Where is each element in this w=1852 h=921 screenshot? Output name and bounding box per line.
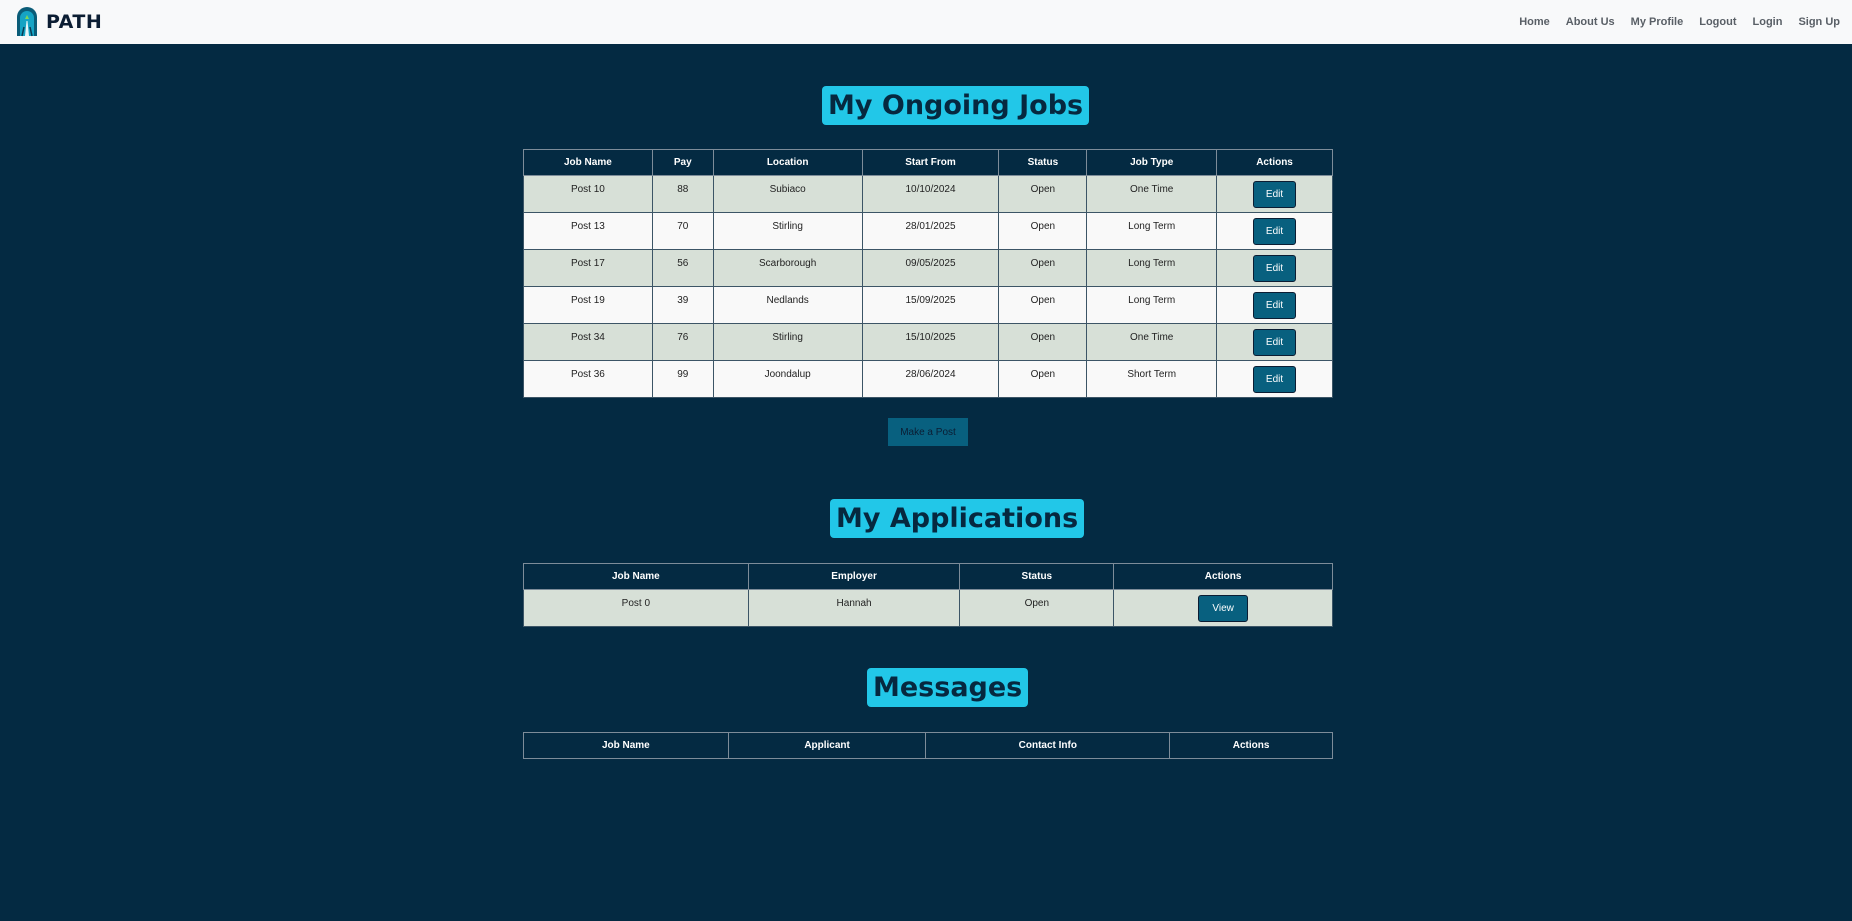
top-navbar: PATH Home About Us My Profile Logout Log… (0, 0, 1852, 44)
status-cell: Open (998, 175, 1088, 213)
edit-button[interactable]: Edit (1252, 217, 1297, 245)
nav-link-sign-up[interactable]: Sign Up (1798, 16, 1840, 28)
status-cell: Open (998, 249, 1088, 287)
column-header: Status (998, 149, 1088, 176)
status-cell: Open (998, 360, 1088, 398)
column-header: Start From (861, 149, 1000, 176)
make-a-post-button[interactable]: Make a Post (888, 418, 968, 446)
location-cell: Subiaco (712, 175, 863, 213)
edit-button[interactable]: Edit (1252, 180, 1297, 208)
actions-cell: Edit (1216, 286, 1333, 324)
start-date-cell: 15/10/2025 (861, 323, 1000, 361)
job-name-cell: Post 0 (523, 589, 749, 627)
job-name-cell: Post 34 (523, 323, 653, 361)
column-header: Employer (747, 563, 961, 590)
pay-cell: 39 (651, 286, 714, 324)
table-header-row: Job Name Applicant Contact Info Actions (523, 732, 1333, 759)
actions-cell: Edit (1216, 360, 1333, 398)
column-header: Actions (1169, 732, 1333, 759)
nav-link-logout[interactable]: Logout (1699, 16, 1736, 28)
job-name-cell: Post 17 (523, 249, 653, 287)
pay-cell: 99 (651, 360, 714, 398)
actions-cell: Edit (1216, 212, 1333, 250)
table-row: Post 36 99 Joondalup 28/06/2024 Open Sho… (523, 360, 1333, 398)
edit-button[interactable]: Edit (1252, 328, 1297, 356)
start-date-cell: 10/10/2024 (861, 175, 1000, 213)
actions-cell: View (1113, 589, 1333, 627)
start-date-cell: 15/09/2025 (861, 286, 1000, 324)
brand[interactable]: PATH (16, 7, 102, 37)
job-name-cell: Post 19 (523, 286, 653, 324)
job-type-cell: One Time (1086, 175, 1218, 213)
column-header: Applicant (727, 732, 927, 759)
table-row: Post 13 70 Stirling 28/01/2025 Open Long… (523, 212, 1333, 250)
applications-table: Job Name Employer Status Actions Post 0 … (523, 563, 1333, 627)
table-row: Post 0 Hannah Open View (523, 589, 1333, 627)
location-cell: Scarborough (712, 249, 863, 287)
job-name-cell: Post 13 (523, 212, 653, 250)
start-date-cell: 28/06/2024 (861, 360, 1000, 398)
job-type-cell: Long Term (1086, 286, 1218, 324)
actions-cell: Edit (1216, 249, 1333, 287)
brand-name: PATH (46, 11, 103, 33)
status-cell: Open (959, 589, 1115, 627)
column-header: Contact Info (925, 732, 1171, 759)
column-header: Location (712, 149, 863, 176)
job-type-cell: One Time (1086, 323, 1218, 361)
start-date-cell: 28/01/2025 (861, 212, 1000, 250)
column-header: Job Name (523, 563, 749, 590)
nav-link-about-us[interactable]: About Us (1566, 16, 1615, 28)
column-header: Pay (651, 149, 714, 176)
location-cell: Stirling (712, 212, 863, 250)
nav-link-login[interactable]: Login (1753, 16, 1783, 28)
pay-cell: 56 (651, 249, 714, 287)
ongoing-jobs-title: My Ongoing Jobs (822, 86, 1090, 125)
location-cell: Nedlands (712, 286, 863, 324)
actions-cell: Edit (1216, 175, 1333, 213)
view-button[interactable]: View (1198, 594, 1248, 622)
employer-cell: Hannah (747, 589, 961, 627)
status-cell: Open (998, 323, 1088, 361)
status-cell: Open (998, 212, 1088, 250)
column-header: Job Name (523, 149, 653, 176)
job-type-cell: Long Term (1086, 249, 1218, 287)
start-date-cell: 09/05/2025 (861, 249, 1000, 287)
table-row: Post 17 56 Scarborough 09/05/2025 Open L… (523, 249, 1333, 287)
column-header: Job Name (523, 732, 729, 759)
edit-button[interactable]: Edit (1252, 365, 1297, 393)
messages-table: Job Name Applicant Contact Info Actions (523, 732, 1333, 759)
table-row: Post 10 88 Subiaco 10/10/2024 Open One T… (523, 175, 1333, 213)
table-header-row: Job Name Employer Status Actions (523, 563, 1333, 590)
job-name-cell: Post 10 (523, 175, 653, 213)
table-row: Post 19 39 Nedlands 15/09/2025 Open Long… (523, 286, 1333, 324)
location-cell: Joondalup (712, 360, 863, 398)
edit-button[interactable]: Edit (1252, 291, 1297, 319)
job-type-cell: Long Term (1086, 212, 1218, 250)
nav-links: Home About Us My Profile Logout Login Si… (1519, 16, 1840, 28)
status-cell: Open (998, 286, 1088, 324)
edit-button[interactable]: Edit (1252, 254, 1297, 282)
column-header: Actions (1216, 149, 1333, 176)
actions-cell: Edit (1216, 323, 1333, 361)
ongoing-jobs-table: Job Name Pay Location Start From Status … (523, 149, 1333, 398)
my-applications-title: My Applications (830, 499, 1085, 538)
path-logo-icon (17, 7, 37, 37)
pay-cell: 88 (651, 175, 714, 213)
table-header-row: Job Name Pay Location Start From Status … (523, 149, 1333, 176)
pay-cell: 70 (651, 212, 714, 250)
location-cell: Stirling (712, 323, 863, 361)
nav-link-home[interactable]: Home (1519, 16, 1550, 28)
table-row: Post 34 76 Stirling 15/10/2025 Open One … (523, 323, 1333, 361)
column-header: Job Type (1086, 149, 1218, 176)
column-header: Status (959, 563, 1115, 590)
job-name-cell: Post 36 (523, 360, 653, 398)
messages-title: Messages (867, 668, 1029, 707)
nav-link-my-profile[interactable]: My Profile (1631, 16, 1684, 28)
column-header: Actions (1113, 563, 1333, 590)
pay-cell: 76 (651, 323, 714, 361)
job-type-cell: Short Term (1086, 360, 1218, 398)
